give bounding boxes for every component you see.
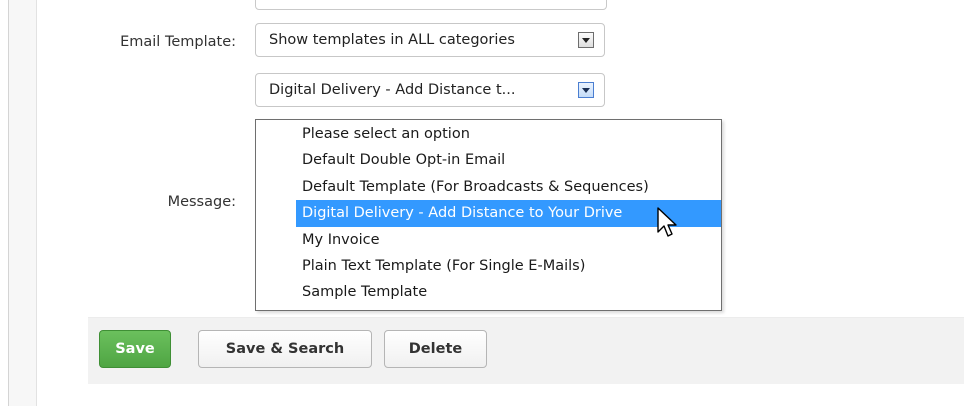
chevron-down-icon[interactable] (578, 82, 594, 98)
dropdown-option[interactable]: Please select an option (296, 121, 721, 147)
dropdown-option[interactable]: Default Template (For Broadcasts & Seque… (296, 174, 721, 200)
dropdown-option[interactable]: Plain Text Template (For Single E-Mails) (296, 253, 721, 279)
mouse-pointer-icon (656, 206, 682, 250)
save-and-search-button[interactable]: Save & Search (198, 330, 372, 368)
save-button[interactable]: Save (99, 330, 171, 368)
email-template-dropdown-list[interactable]: Please select an option Default Double O… (255, 119, 722, 311)
email-template-select[interactable]: Digital Delivery - Add Distance t... (255, 73, 605, 107)
message-label: Message: (167, 194, 236, 210)
form-actions-bar: Save Save & Search Delete (88, 317, 964, 384)
email-template-label: Email Template: (120, 34, 236, 50)
previous-field[interactable] (255, 0, 607, 10)
email-template-value: Digital Delivery - Add Distance t... (269, 82, 516, 98)
dropdown-option[interactable]: Sample Template (296, 279, 721, 305)
template-category-select[interactable]: Show templates in ALL categories (255, 23, 605, 57)
dropdown-option[interactable]: Default Double Opt-in Email (296, 147, 721, 173)
template-category-value: Show templates in ALL categories (269, 32, 515, 48)
chevron-down-icon[interactable] (578, 32, 594, 48)
delete-button[interactable]: Delete (384, 330, 487, 368)
